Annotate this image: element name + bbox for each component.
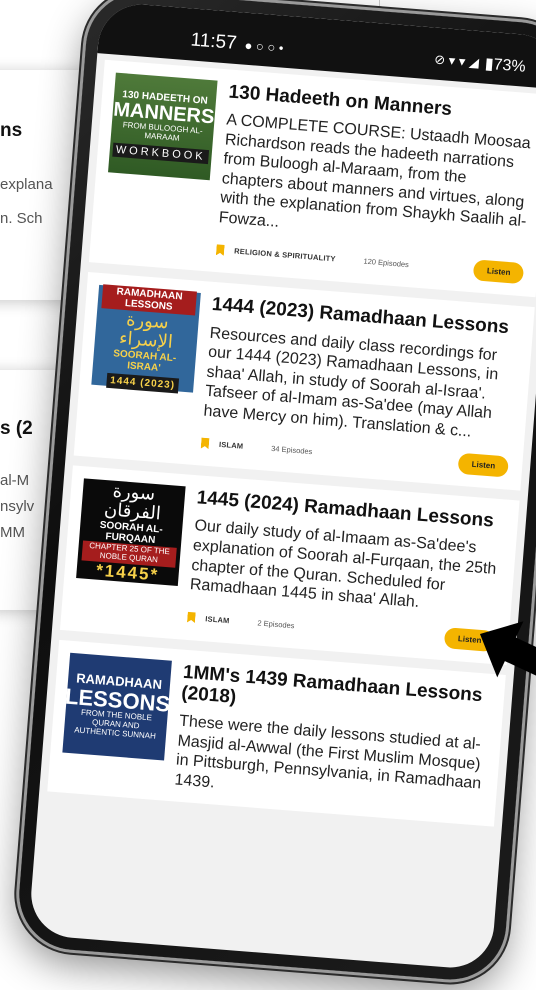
podcast-cover: 130 HADEETH ON MANNERS FROM BULOOGH AL-M… [108, 72, 218, 181]
podcast-cover: RAMADHAAN LESSONS FROM THE NOBLE QURAN A… [62, 652, 172, 761]
podcast-list: 130 HADEETH ON MANNERS FROM BULOOGH AL-M… [39, 53, 536, 827]
background-text: n. Sch [0, 210, 43, 227]
bookmark-icon [187, 611, 196, 623]
pointer-arrow-icon [479, 621, 536, 681]
podcast-cover: سورة الفرقان SOORAH AL-FURQAAN CHAPTER 2… [76, 478, 186, 587]
podcast-description: A COMPLETE COURSE: Ustaadh Moosaa Richar… [218, 111, 532, 231]
background-text: ns [0, 120, 23, 141]
notification-icons: ● ○ ○ • [244, 37, 285, 56]
podcast-description: Resources and daily class recordings for… [202, 324, 499, 441]
phone-frame: 11:57 ● ○ ○ • ⊘ ▾ ▾ ◢ ▮73% 130 HADEETH O… [15, 0, 536, 984]
background-text: s (2 [0, 418, 33, 439]
podcast-description: These were the daily lessons studied at … [173, 712, 482, 793]
battery-indicator: ▮73% [484, 55, 527, 76]
category-label: ISLAM [218, 440, 244, 451]
podcast-card[interactable]: سورة الفرقان SOORAH AL-FURQAAN CHAPTER 2… [60, 465, 520, 665]
podcast-card[interactable]: RAMADHAAN LESSONS سورة الإسراء SOORAH AL… [73, 272, 535, 491]
episode-count: 120 Episodes [363, 256, 410, 270]
category-label: RELIGION & SPIRITUALITY [233, 246, 336, 264]
listen-button[interactable]: Listen [457, 452, 509, 478]
bookmark-icon [201, 438, 210, 450]
podcast-card[interactable]: RAMADHAAN LESSONS FROM THE NOBLE QURAN A… [47, 639, 506, 827]
signal-icons: ⊘ ▾ ▾ ◢ [433, 51, 480, 71]
podcast-cover: RAMADHAAN LESSONS سورة الإسراء SOORAH AL… [91, 283, 201, 394]
podcast-description: Our daily study of al-Imaam as-Sa'dee's … [189, 517, 497, 612]
background-text: MM [0, 524, 25, 541]
clock: 11:57 [189, 29, 238, 54]
bookmark-icon [216, 244, 225, 256]
episode-count: 2 Episodes [257, 617, 295, 630]
background-text: nsylv [0, 498, 35, 515]
phone-screen: 11:57 ● ○ ○ • ⊘ ▾ ▾ ◢ ▮73% 130 HADEETH O… [27, 1, 536, 971]
podcast-card[interactable]: 130 HADEETH ON MANNERS FROM BULOOGH AL-M… [88, 59, 536, 298]
background-text: explana [0, 176, 53, 193]
category-label: ISLAM [204, 613, 230, 625]
episode-count: 34 Episodes [270, 444, 313, 457]
background-text: al-M [0, 472, 30, 489]
listen-button[interactable]: Listen [473, 259, 525, 285]
